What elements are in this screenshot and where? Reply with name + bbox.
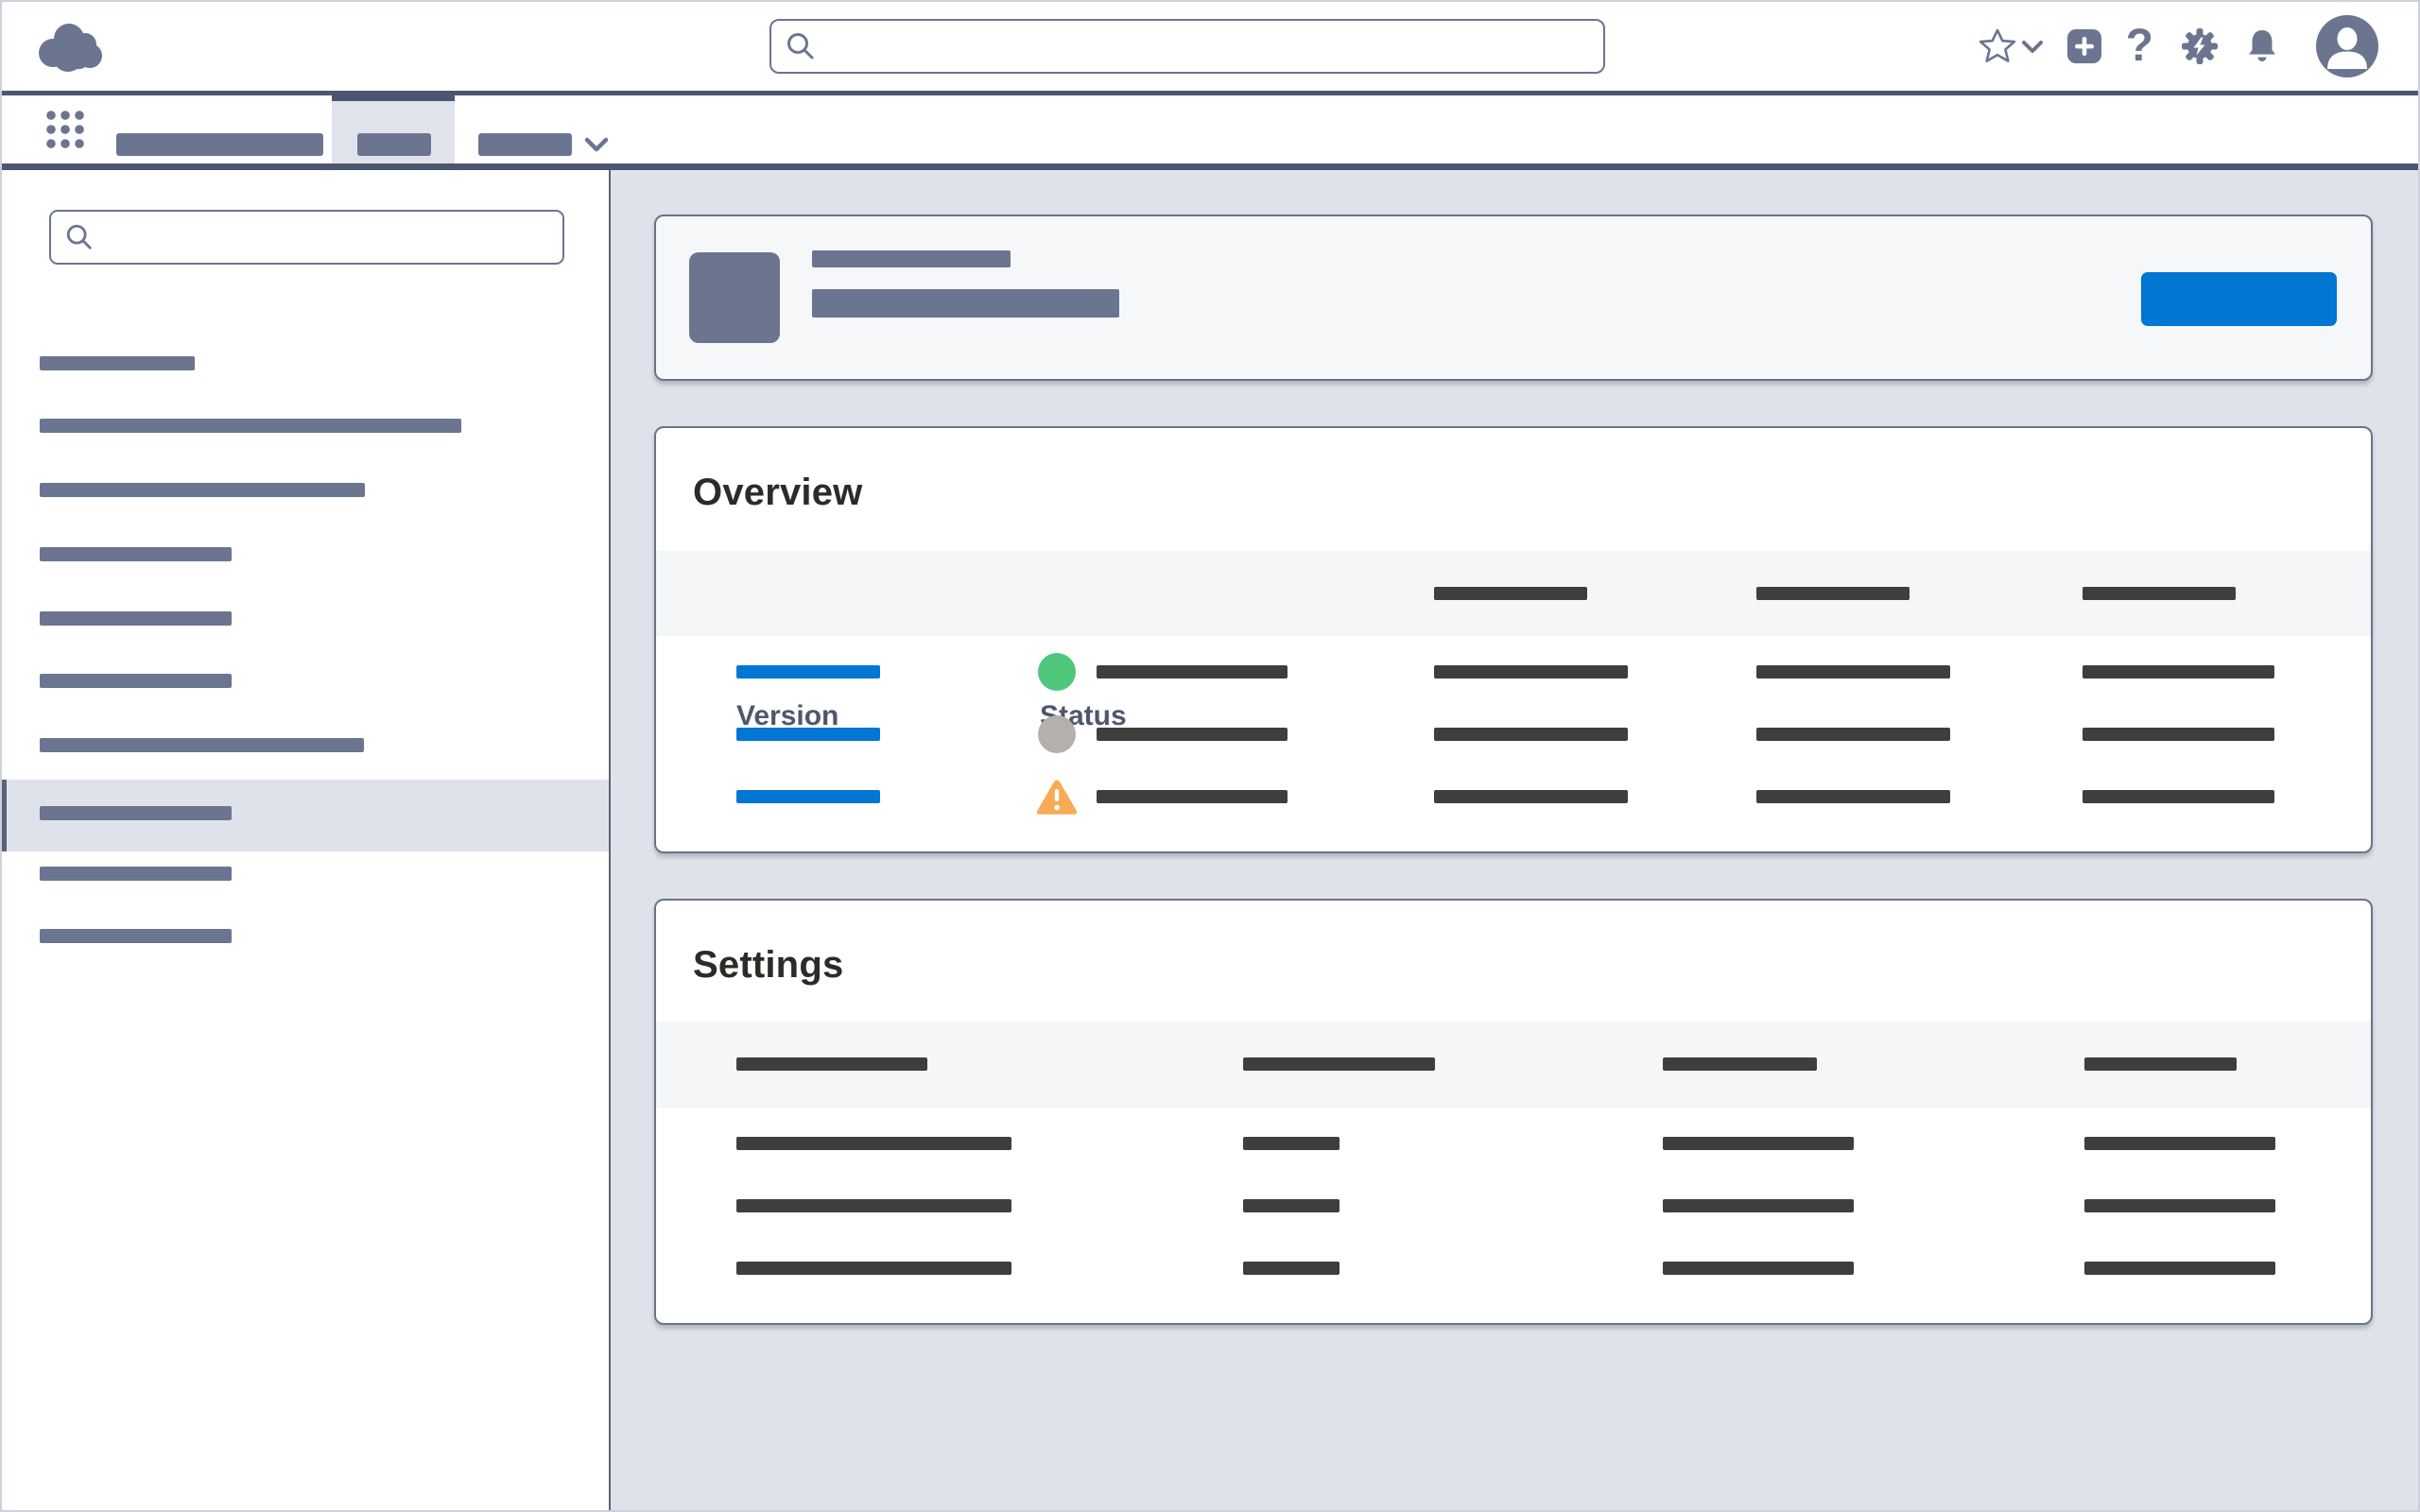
- column-header-placeholder: [1756, 587, 1910, 600]
- sidebar-item-selected[interactable]: [2, 780, 609, 851]
- notifications-bell-icon[interactable]: [2244, 27, 2280, 65]
- sidebar-item[interactable]: [2, 483, 609, 497]
- navigation-bar: [2, 95, 2418, 163]
- sidebar-item[interactable]: [2, 738, 609, 752]
- primary-action-button[interactable]: [2141, 272, 2337, 326]
- sidebar-item-label-placeholder: [40, 483, 365, 497]
- status-text-placeholder: [1097, 665, 1288, 679]
- cell-placeholder: [1756, 790, 1950, 803]
- sidebar-item-label-placeholder: [40, 674, 232, 688]
- user-avatar[interactable]: [2316, 15, 2378, 77]
- nav-tab-chevron-down-icon[interactable]: [584, 137, 609, 153]
- cell-placeholder: [736, 1199, 1011, 1212]
- cell-placeholder: [2083, 790, 2274, 803]
- column-header-placeholder: [1243, 1057, 1435, 1071]
- global-search-input[interactable]: [826, 25, 1603, 67]
- nav-tab[interactable]: [478, 133, 572, 156]
- cell-placeholder: [1756, 728, 1950, 741]
- cell-placeholder: [1434, 790, 1628, 803]
- version-link-placeholder[interactable]: [736, 665, 880, 679]
- navigation-underline: [2, 163, 2418, 170]
- cell-placeholder: [1434, 728, 1628, 741]
- status-text-placeholder: [1097, 790, 1288, 803]
- sidebar-item-label-placeholder: [40, 867, 232, 881]
- cell-placeholder: [2083, 665, 2274, 679]
- cell-placeholder: [1663, 1199, 1854, 1212]
- sidebar-item-label-placeholder: [40, 611, 232, 626]
- nav-tab-active[interactable]: [332, 91, 455, 163]
- sidebar-item[interactable]: [2, 419, 609, 433]
- cell-placeholder: [1434, 665, 1628, 679]
- sidebar-search-input[interactable]: [104, 215, 562, 258]
- search-icon: [64, 222, 95, 252]
- global-search: [769, 19, 1605, 74]
- setup-sidebar: [2, 170, 611, 1512]
- favorites-star-icon[interactable]: [1979, 28, 2016, 64]
- nav-tab[interactable]: [116, 133, 323, 156]
- status-warning-icon: [1035, 778, 1079, 816]
- quick-actions-plus-icon[interactable]: [2067, 29, 2101, 63]
- selected-item-accent: [2, 780, 7, 851]
- cloud-logo: [30, 19, 110, 74]
- column-header-placeholder: [2083, 587, 2236, 600]
- cell-placeholder: [1243, 1137, 1340, 1150]
- search-icon: [785, 30, 817, 62]
- sidebar-item-label-placeholder: [40, 806, 232, 820]
- sidebar-search: [49, 210, 564, 265]
- settings-card: Settings: [654, 899, 2373, 1325]
- sidebar-item-label-placeholder: [40, 929, 232, 943]
- sidebar-item[interactable]: [2, 356, 609, 370]
- column-header-placeholder: [1434, 587, 1587, 600]
- app-window: ?: [0, 0, 2420, 1512]
- sidebar-item[interactable]: [2, 867, 609, 881]
- cell-placeholder: [2083, 728, 2274, 741]
- column-header-placeholder: [2084, 1057, 2237, 1071]
- help-icon[interactable]: ?: [2126, 24, 2153, 69]
- sidebar-item[interactable]: [2, 929, 609, 943]
- cell-placeholder: [736, 1137, 1011, 1150]
- setup-gear-icon[interactable]: [2180, 26, 2220, 66]
- cell-placeholder: [1243, 1199, 1340, 1212]
- entity-icon: [689, 252, 780, 343]
- page-subtitle-placeholder: [812, 289, 1119, 318]
- cell-placeholder: [2084, 1262, 2275, 1275]
- page-title-placeholder: [812, 250, 1011, 267]
- sidebar-item-label-placeholder: [40, 419, 461, 433]
- active-tab-accent: [332, 91, 455, 101]
- cell-placeholder: [1663, 1137, 1854, 1150]
- cell-placeholder: [736, 1262, 1011, 1275]
- version-link-placeholder[interactable]: [736, 728, 880, 741]
- column-header-placeholder: [736, 1057, 927, 1071]
- cell-placeholder: [2084, 1137, 2275, 1150]
- cell-placeholder: [1243, 1262, 1340, 1275]
- tab-label-placeholder: [357, 133, 431, 156]
- cell-placeholder: [2084, 1199, 2275, 1212]
- version-link-placeholder[interactable]: [736, 790, 880, 803]
- overview-card: Overview Version Status: [654, 426, 2373, 853]
- sidebar-item-label-placeholder: [40, 547, 232, 561]
- cell-placeholder: [1756, 665, 1950, 679]
- sidebar-item[interactable]: [2, 674, 609, 688]
- sidebar-item-label-placeholder: [40, 356, 195, 370]
- global-header: ?: [2, 2, 2418, 91]
- favorites-chevron-down-icon[interactable]: [2022, 40, 2043, 54]
- sidebar-item[interactable]: [2, 611, 609, 626]
- status-success-icon: [1038, 653, 1076, 691]
- page-header-card: [654, 215, 2373, 381]
- global-actions: ?: [1979, 2, 2378, 91]
- status-text-placeholder: [1097, 728, 1288, 741]
- cell-placeholder: [1663, 1262, 1854, 1275]
- overview-title: Overview: [693, 472, 863, 514]
- status-neutral-icon: [1038, 715, 1076, 753]
- settings-title: Settings: [693, 944, 843, 987]
- sidebar-item-label-placeholder: [40, 738, 364, 752]
- sidebar-item[interactable]: [2, 547, 609, 561]
- column-header-placeholder: [1663, 1057, 1817, 1071]
- app-launcher-waffle-icon[interactable]: [45, 110, 85, 149]
